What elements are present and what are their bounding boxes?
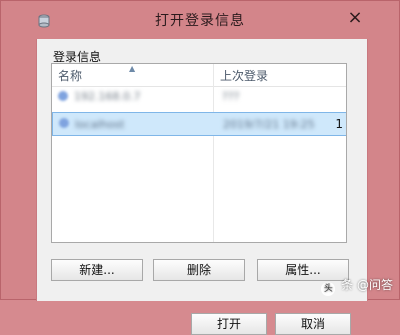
connection-icon xyxy=(59,118,69,128)
list-item-name: 192.168.0.7 xyxy=(74,90,141,103)
dialog-client-area: 登录信息 名称 ▲ 上次登录 192.168.0.7 ??? localhost… xyxy=(36,39,368,335)
list-header: 名称 ▲ 上次登录 xyxy=(52,64,346,87)
login-list[interactable]: 名称 ▲ 上次登录 192.168.0.7 ??? localhost 2019… xyxy=(51,63,347,243)
sort-ascending-icon: ▲ xyxy=(129,64,136,73)
list-item-selected[interactable]: localhost 2019/7/21 19:25 1 xyxy=(52,112,346,136)
open-button[interactable]: 打开 xyxy=(191,313,267,335)
watermark-text: 条 @问答 xyxy=(341,278,393,292)
delete-button[interactable]: 删除 xyxy=(153,259,245,281)
list-item-last-login: 2019/7/21 19:25 xyxy=(223,118,315,131)
column-header-last-login[interactable]: 上次登录 xyxy=(220,67,268,84)
title-bar[interactable]: 打开登录信息 × xyxy=(1,1,399,39)
close-button[interactable]: × xyxy=(345,9,365,27)
list-item-last-login: ??? xyxy=(222,90,240,103)
column-header-name[interactable]: 名称 xyxy=(58,67,82,84)
connection-icon xyxy=(58,91,68,101)
list-item-name: localhost xyxy=(75,118,125,131)
watermark: 头 条 @问答 xyxy=(321,276,393,296)
list-item[interactable]: 192.168.0.7 ??? xyxy=(52,88,346,108)
new-button[interactable]: 新建... xyxy=(51,259,143,281)
login-dialog-window: 打开登录信息 × 登录信息 名称 ▲ 上次登录 192.168.0.7 ??? … xyxy=(0,0,400,335)
cancel-button[interactable]: 取消 xyxy=(275,313,351,335)
list-item-last-login-tail: 1 xyxy=(335,117,343,131)
window-title: 打开登录信息 xyxy=(155,13,245,29)
watermark-logo: 头 xyxy=(321,282,336,296)
